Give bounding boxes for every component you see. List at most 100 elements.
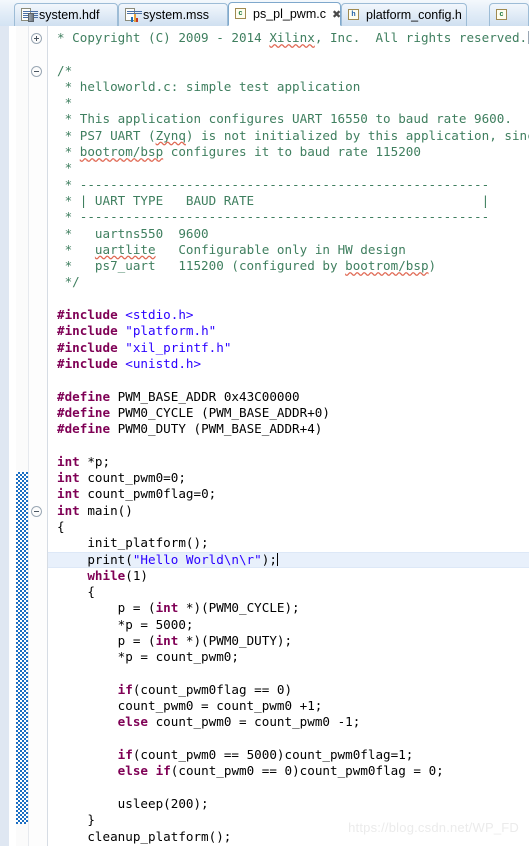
fold-collapse-icon[interactable] [31,505,42,517]
editor-tab-system-hdf[interactable]: system.hdf [14,3,118,26]
code-line[interactable]: int main() [48,503,529,519]
code-line[interactable]: p = (int *)(PWM0_CYCLE); [48,600,529,616]
code-line[interactable] [48,731,529,747]
code-line[interactable]: #include "platform.h" [48,323,529,339]
code-token-com: /* [57,62,73,78]
code-token-plain: count_pwm0flag=0; [79,486,217,502]
code-token-com: , Inc. All rights reserved. [314,30,528,45]
code-line[interactable]: init_platform(); [48,535,529,551]
editor-tab-system-mss[interactable]: system.mss [118,3,228,26]
code-line[interactable]: #include "xil_printf.h" [48,340,529,356]
code-token-com: * --------------------------------------… [57,209,490,225]
code-line[interactable]: { [48,519,529,535]
text-caret [276,552,278,566]
editor-window: system.hdf system.mss c ps_pl_pwm.c ✖ h platfo… [0,0,529,846]
code-line[interactable] [48,780,529,796]
code-line[interactable]: #include <unistd.h> [48,356,529,372]
code-token-pre: #include [57,339,126,355]
code-text[interactable]: * Copyright (C) 2009 - 2014 Xilinx, Inc.… [48,30,529,846]
code-token-plain: (1) [125,567,149,583]
code-line[interactable]: if(count_pwm0 == 5000)count_pwm0flag=1; [48,747,529,763]
code-line[interactable]: * This application configures UART 16550… [48,111,529,127]
code-token-spell: Zynq [155,127,186,143]
code-line[interactable] [48,46,529,62]
code-line[interactable] [48,666,529,682]
mss-file-icon [125,8,142,22]
editor-tab-overflow[interactable]: c [489,3,529,26]
code-token-kw: if [117,747,133,763]
code-line[interactable]: #include <stdio.h> [48,307,529,323]
code-line[interactable]: #define PWM0_CYCLE (PWM_BASE_ADDR+0) [48,405,529,421]
code-token-plain: *)(PWM0_DUTY); [178,632,293,648]
code-token-spell: Xilinx [269,30,315,45]
code-line[interactable]: #define PWM_BASE_ADDR 0x43C00000 [48,389,529,405]
code-token-str: "platform.h" [125,323,217,339]
code-token-kw: if [117,681,133,697]
code-line[interactable]: * --------------------------------------… [48,209,529,225]
code-line[interactable]: * --------------------------------------… [48,177,529,193]
code-line[interactable]: * uartlite Configurable only in HW desig… [48,242,529,258]
code-token-kw: int [57,453,80,469]
code-line[interactable]: * bootrom/bsp configures it to baud rate… [48,144,529,160]
code-line[interactable]: int *p; [48,454,529,470]
code-token-plain: main() [79,502,133,518]
code-token-com: */ [57,274,80,290]
code-line[interactable] [48,291,529,307]
change-bar [16,472,28,825]
code-line[interactable]: *p = count_pwm0; [48,649,529,665]
code-token-str: <stdio.h> [125,307,194,323]
code-line[interactable]: { [48,584,529,600]
code-token-com: configures it to baud rate 115200 [163,144,421,160]
code-line[interactable]: else if(count_pwm0 == 0)count_pwm0flag =… [48,763,529,779]
code-line[interactable]: p = (int *)(PWM0_DUTY); [48,633,529,649]
editor-tab-platform-config-h[interactable]: h platform_config.h [341,3,467,26]
code-line[interactable] [48,437,529,453]
code-token-com: * helloworld.c: simple test application [57,78,361,94]
code-line[interactable]: cleanup_platform(); [48,829,529,845]
code-line[interactable]: } [48,812,529,828]
code-token-com: * PS7 UART ( [57,127,156,143]
code-line[interactable]: * uartns550 9600 [48,226,529,242]
code-line[interactable]: if(count_pwm0flag == 0) [48,682,529,698]
code-line[interactable]: * [48,160,529,176]
editor-folding-ruler[interactable] [29,26,47,846]
h-header-icon: h [348,8,361,22]
editor-tab-ps-pl-pwm-c[interactable]: c ps_pl_pwm.c ✖ [228,2,341,26]
fold-expand-icon[interactable] [31,33,42,44]
code-token-plain: (count_pwm0 == 5000)count_pwm0flag=1; [132,747,414,763]
code-token-spell: uartlite [94,241,156,257]
code-token-plain: (count_pwm0flag == 0) [132,681,293,697]
code-token-plain: usleep(200); [57,795,209,811]
code-editor[interactable]: * Copyright (C) 2009 - 2014 Xilinx, Inc.… [0,26,529,846]
code-line[interactable]: int count_pwm0flag=0; [48,486,529,502]
code-line[interactable]: count_pwm0 = count_pwm0 +1; [48,698,529,714]
code-token-com: * [57,144,80,160]
code-line[interactable]: * ps7_uart 115200 (configured by bootrom… [48,258,529,274]
code-token-str: <unistd.h> [125,355,202,371]
code-token-spell: bootrom/bsp [79,144,164,160]
code-line[interactable]: /* [48,63,529,79]
close-icon[interactable]: ✖ [332,9,341,20]
code-line[interactable]: * Copyright (C) 2009 - 2014 Xilinx, Inc.… [48,30,529,46]
code-line[interactable]: usleep(200); [48,796,529,812]
code-line[interactable]: else count_pwm0 = count_pwm0 -1; [48,714,529,730]
code-line-current[interactable]: print("Hello World\n\r"); [48,551,529,569]
code-line[interactable]: int count_pwm0=0; [48,470,529,486]
code-line[interactable]: * | UART TYPE BAUD RATE | [48,193,529,209]
code-viewport[interactable]: * Copyright (C) 2009 - 2014 Xilinx, Inc.… [48,26,529,846]
code-token-plain: count_pwm0 = count_pwm0 +1; [57,698,323,714]
code-line[interactable]: */ [48,274,529,290]
code-token-plain: ); [261,551,277,567]
code-line[interactable]: * helloworld.c: simple test application [48,79,529,95]
code-line[interactable]: * [48,95,529,111]
code-line[interactable]: * PS7 UART (Zynq) is not initialized by … [48,128,529,144]
fold-collapse-icon[interactable] [31,65,42,77]
code-line[interactable]: #define PWM0_DUTY (PWM_BASE_ADDR+4) [48,421,529,437]
code-line[interactable]: *p = 5000; [48,617,529,633]
code-line[interactable] [48,372,529,388]
editor-tab-label: system.mss [143,8,209,22]
code-line[interactable]: while(1) [48,568,529,584]
